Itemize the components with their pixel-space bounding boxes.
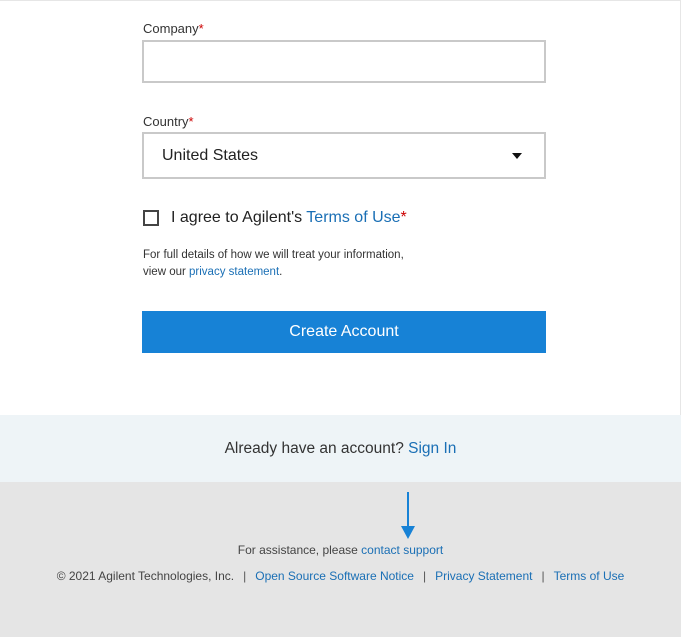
privacy-details: For full details of how we will treat yo… xyxy=(143,247,463,281)
separator: | xyxy=(541,569,545,583)
country-selected-value: United States xyxy=(162,146,259,164)
company-label-text: Company xyxy=(143,21,199,36)
separator: | xyxy=(422,569,427,583)
company-input[interactable] xyxy=(142,40,546,83)
terms-agreement-text: I agree to Agilent's Terms of Use* xyxy=(171,209,407,227)
registration-form: Company* Country* United States I agree … xyxy=(0,0,681,415)
assistance-text: For assistance, please contact support xyxy=(0,543,681,557)
required-mark: * xyxy=(198,21,204,36)
privacy-details-suffix: . xyxy=(279,266,283,278)
sign-in-link[interactable]: Sign In xyxy=(408,440,456,458)
privacy-statement-footer-link[interactable]: Privacy Statement xyxy=(435,569,532,583)
country-label-text: Country xyxy=(143,114,189,129)
copyright: © 2021 Agilent Technologies, Inc. xyxy=(56,569,235,583)
privacy-details-line1: For full details of how we will treat yo… xyxy=(143,249,404,261)
separator: | xyxy=(243,569,247,583)
assistance-prefix: For assistance, please xyxy=(237,543,362,557)
signin-bar: Already have an account? Sign In xyxy=(0,415,681,482)
legal-links: © 2021 Agilent Technologies, Inc. | Open… xyxy=(0,569,681,583)
terms-of-use-link[interactable]: Terms of Use xyxy=(306,209,400,226)
required-mark: * xyxy=(188,114,194,129)
terms-prefix: I agree to Agilent's xyxy=(171,209,307,226)
footer xyxy=(0,482,681,637)
contact-support-link[interactable]: contact support xyxy=(361,543,443,557)
privacy-details-line2: view our privacy statement. xyxy=(143,264,463,281)
privacy-statement-link[interactable]: privacy statement xyxy=(189,266,279,278)
caret-down-icon xyxy=(512,152,522,159)
privacy-details-prefix: view our xyxy=(143,266,190,278)
country-select[interactable]: United States xyxy=(142,132,546,179)
terms-of-use-footer-link[interactable]: Terms of Use xyxy=(554,569,625,583)
create-account-button[interactable]: Create Account xyxy=(142,311,546,353)
required-mark: * xyxy=(400,209,407,226)
arrow-down-icon xyxy=(401,492,415,539)
company-label: Company* xyxy=(143,21,204,36)
country-label: Country* xyxy=(143,114,194,129)
signin-prompt: Already have an account? xyxy=(224,439,404,457)
terms-agreement: I agree to Agilent's Terms of Use* xyxy=(143,209,407,227)
terms-checkbox[interactable] xyxy=(143,210,159,226)
open-source-notice-link[interactable]: Open Source Software Notice xyxy=(255,569,414,583)
